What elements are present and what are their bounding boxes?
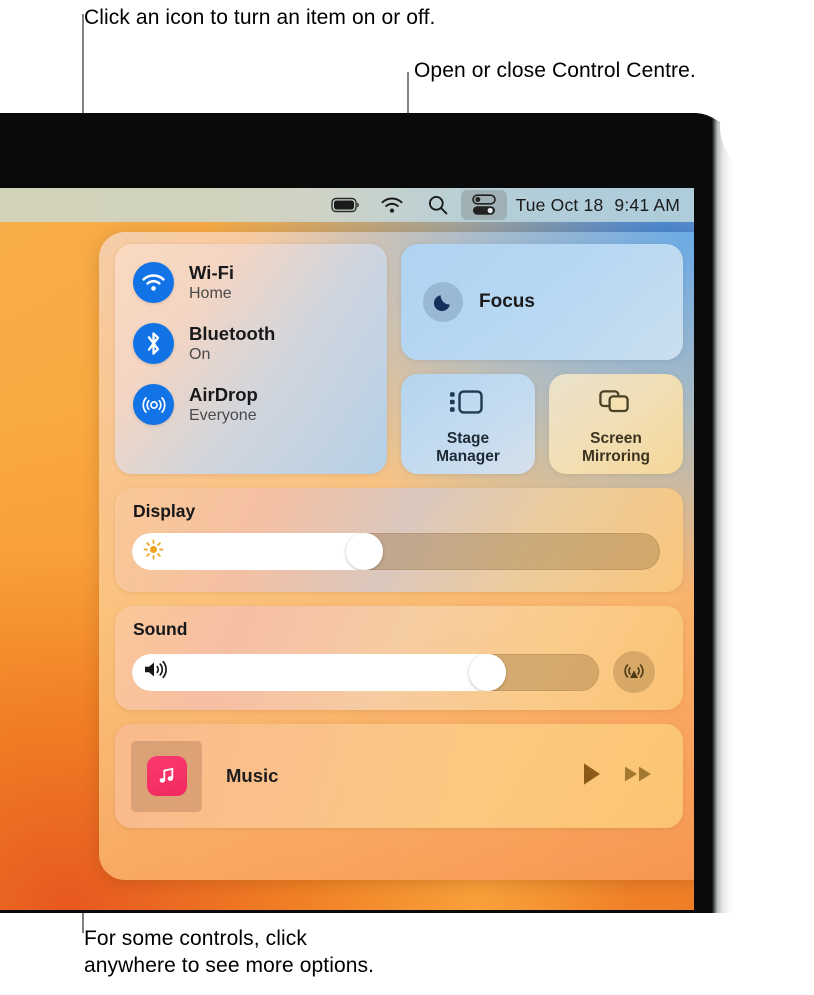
album-artwork: [131, 740, 202, 812]
airdrop-icon[interactable]: [133, 384, 174, 425]
sound-title: Sound: [133, 619, 188, 639]
airdrop-control[interactable]: AirDrop Everyone: [133, 384, 387, 425]
speaker-icon: [143, 660, 169, 685]
callout-text-top-right: Open or close Control Centre.: [414, 59, 696, 82]
wifi-status: Home: [189, 284, 232, 302]
search-icon[interactable]: [415, 192, 461, 218]
airplay-audio-icon[interactable]: [613, 651, 655, 693]
battery-icon[interactable]: [323, 192, 369, 218]
wifi-control[interactable]: Wi-Fi Home: [133, 262, 387, 303]
sound-volume-slider[interactable]: [132, 653, 599, 691]
brightness-icon: [143, 539, 164, 565]
bluetooth-control[interactable]: Bluetooth On: [133, 323, 387, 364]
sound-slider-knob[interactable]: [469, 653, 506, 691]
display-brightness-slider[interactable]: [132, 533, 660, 570]
stage-manager-label: Stage Manager: [436, 430, 500, 465]
airdrop-title: AirDrop: [189, 383, 258, 405]
wifi-icon[interactable]: [133, 262, 174, 303]
wifi-title: Wi-Fi: [189, 261, 235, 283]
stage-manager-control[interactable]: Stage Manager: [401, 374, 535, 474]
display-title: Display: [133, 501, 196, 521]
laptop-bezel-edge: [693, 113, 735, 913]
wifi-icon[interactable]: [369, 192, 415, 218]
callout-text-top-left: Click an icon to turn an item on or off.: [84, 6, 436, 29]
music-app-icon: [146, 756, 187, 796]
callout-text-bottom: For some controls, click anywhere to see…: [84, 927, 375, 977]
bluetooth-status: On: [189, 345, 211, 363]
moon-icon: [423, 282, 463, 322]
airdrop-status: Everyone: [189, 406, 257, 424]
focus-control[interactable]: Focus: [401, 244, 683, 360]
menu-bar-date: Tue Oct 18: [515, 194, 604, 215]
connectivity-tile: Wi-Fi Home Bluetooth On AirDrop Everyone: [115, 244, 387, 474]
sound-slider-fill: [132, 653, 506, 691]
screen-mirroring-icon: [597, 388, 635, 421]
play-button[interactable]: [581, 761, 603, 792]
display-slider-knob[interactable]: [346, 533, 383, 570]
bluetooth-icon[interactable]: [133, 323, 174, 364]
bluetooth-title: Bluetooth: [189, 322, 276, 344]
music-panel[interactable]: Music: [115, 724, 683, 828]
fast-forward-button[interactable]: [623, 762, 655, 791]
control-centre-icon[interactable]: [461, 190, 508, 220]
menu-bar: Tue Oct 18 9:41 AM: [0, 188, 694, 222]
display-panel[interactable]: Display: [115, 488, 683, 592]
music-label: Music: [226, 765, 279, 786]
laptop-screen: Tue Oct 18 9:41 AM Wi-Fi Home Bluetooth …: [0, 188, 694, 910]
menu-bar-time: 9:41 AM: [614, 194, 680, 215]
sound-panel[interactable]: Sound: [115, 606, 683, 710]
stage-manager-icon: [448, 388, 488, 421]
screen-mirroring-label: Screen Mirroring: [581, 430, 651, 465]
screen-mirroring-control[interactable]: Screen Mirroring: [549, 374, 683, 474]
menu-bar-clock[interactable]: Tue Oct 18 9:41 AM: [515, 195, 680, 216]
focus-label: Focus: [479, 291, 535, 312]
control-centre-panel: Wi-Fi Home Bluetooth On AirDrop Everyone…: [99, 232, 694, 880]
